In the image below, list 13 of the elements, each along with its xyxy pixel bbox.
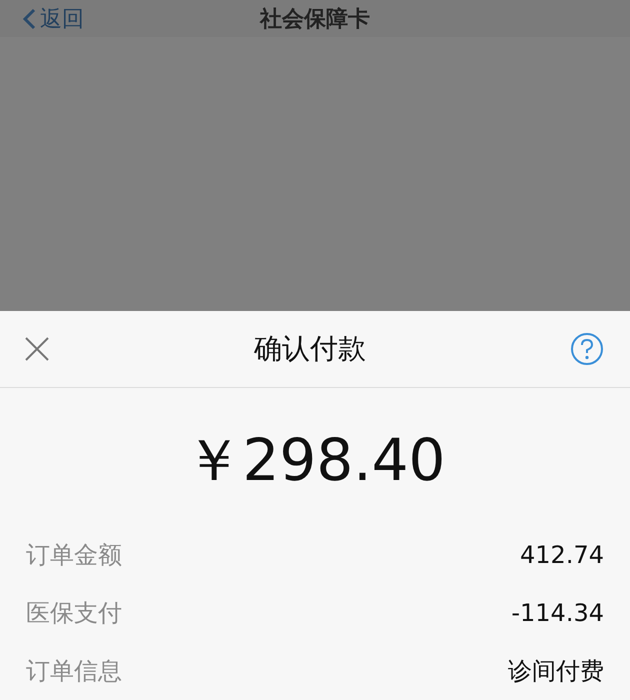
- row-label: 订单金额: [26, 540, 122, 571]
- back-chevron-icon: [22, 8, 36, 30]
- help-icon[interactable]: [570, 332, 604, 366]
- nav-title: 社会保障卡: [260, 6, 370, 34]
- back-button[interactable]: 返回: [0, 4, 84, 34]
- close-icon[interactable]: [24, 336, 50, 362]
- row-value: -114.34: [511, 599, 604, 627]
- sheet-title: 确认付款: [254, 331, 366, 367]
- row-label: 医保支付: [26, 598, 122, 629]
- payment-amount: ￥298.40: [184, 425, 446, 496]
- row-value: 412.74: [520, 541, 604, 569]
- row-value: 诊间付费: [508, 656, 604, 687]
- row-label: 订单信息: [26, 656, 122, 687]
